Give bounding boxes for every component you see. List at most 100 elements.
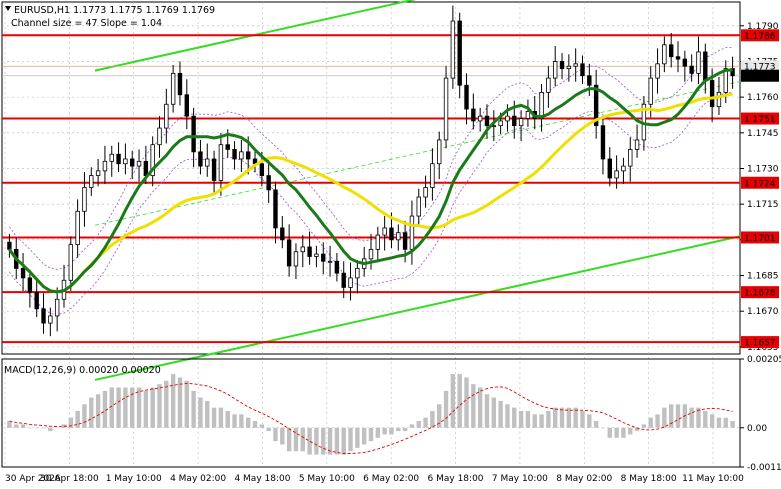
macd-tick-label: -0.00117 (747, 463, 781, 473)
macd-histogram-bar (102, 390, 108, 428)
candle-body (273, 189, 278, 229)
macd-histogram-bar (123, 387, 128, 428)
macd-histogram-bar (157, 384, 162, 428)
time-tick-label: 5 May 10:00 (299, 474, 355, 484)
candle-body (716, 91, 722, 108)
macd-histogram-bar (273, 427, 278, 442)
candle-body (177, 72, 183, 96)
level-price-label: 1.1786 (744, 32, 776, 42)
candle-body (471, 108, 476, 122)
macd-histogram-bar (730, 421, 735, 428)
macd-histogram-bar (375, 427, 381, 438)
candle-body (621, 165, 626, 172)
price-tick-label: 1.1730 (747, 164, 779, 174)
time-tick-label: 1 May 10:00 (106, 474, 162, 484)
candle-body (321, 253, 326, 262)
candle-body (477, 115, 483, 122)
candle-body (184, 94, 189, 117)
candle-body (525, 111, 531, 119)
candle-body (607, 158, 612, 179)
candle-body (709, 80, 715, 108)
price-chart[interactable]: 1.17901.17751.17601.17451.17301.17151.17… (0, 0, 781, 489)
macd-histogram-bar (450, 374, 456, 428)
time-tick-label: 8 May 18:00 (621, 474, 677, 484)
macd-histogram-bar (382, 427, 387, 435)
macd-histogram-bar (457, 374, 462, 428)
candle-body (689, 65, 694, 74)
level-price-label: 1.1751 (744, 115, 776, 125)
candle-body (668, 44, 674, 58)
candle-body (82, 187, 87, 212)
macd-histogram-bar (245, 417, 251, 428)
macd-histogram-bar (75, 410, 80, 428)
candle-body (266, 175, 271, 191)
candle-body (136, 160, 142, 167)
macd-histogram-bar (239, 414, 244, 428)
macd-histogram-bar (689, 407, 694, 428)
macd-histogram-bar (82, 404, 87, 428)
macd-histogram-bar (559, 407, 565, 428)
macd-histogram-bar (14, 424, 19, 428)
level-price-label: 1.1701 (744, 234, 776, 244)
macd-tick-label: 0.00 (747, 424, 767, 434)
candle-body (416, 196, 421, 217)
candle-body (211, 158, 217, 181)
candle-body (89, 175, 94, 188)
macd-histogram-bar (471, 384, 476, 428)
macd-histogram-bar (566, 407, 572, 428)
macd-histogram-bar (621, 427, 626, 438)
macd-histogram-bar (54, 427, 60, 429)
macd-histogram-bar (95, 394, 101, 428)
macd-histogram-bar (136, 387, 142, 428)
candle-body (628, 149, 633, 167)
candle-body (245, 151, 251, 160)
current-price-label: 1.1769 (744, 72, 776, 82)
candle-body (450, 20, 456, 79)
macd-histogram-bar (553, 407, 558, 428)
candle-body (327, 260, 333, 263)
candle-body (696, 51, 701, 74)
candle-body (41, 308, 46, 324)
candle-body (396, 232, 401, 241)
level-price-label: 1.1724 (744, 179, 776, 189)
candle-body (355, 267, 360, 279)
macd-histogram-bar (580, 410, 585, 428)
candle-body (68, 244, 74, 281)
time-axis: 30 Apr 202630 Apr 18:00 1 May 10:00 4 May … (5, 474, 744, 484)
symbol-info: EURUSD,H1 1.1773 1.1775 1.1769 1.1769 (14, 5, 215, 16)
macd-histogram-bar (464, 377, 469, 428)
level-price-label: 1.1657 (744, 339, 776, 349)
macd-histogram-bar (396, 427, 401, 432)
candle-body (307, 246, 312, 257)
candle-body (75, 210, 80, 245)
price-tick-label: 1.1715 (747, 200, 779, 210)
candle-body (573, 63, 578, 67)
candle-body (123, 158, 128, 165)
macd-histogram-bar (266, 427, 271, 432)
candle-body (191, 115, 196, 153)
time-tick-label: 8 May 02:00 (556, 474, 612, 484)
candle-body (109, 153, 114, 162)
candle-body (157, 127, 162, 146)
candle-body (437, 139, 442, 165)
candle-body (232, 149, 237, 160)
time-tick-label: 4 May 18:00 (234, 474, 290, 484)
macd-histogram-bar (416, 421, 421, 428)
macd-histogram-bar (130, 387, 135, 428)
macd-histogram-bar (525, 410, 531, 428)
candle-body (102, 160, 108, 172)
candle-body (546, 77, 551, 93)
macd-histogram-bar (280, 427, 285, 445)
candle-body (334, 260, 340, 274)
candle-body (566, 65, 572, 69)
candle-body (600, 125, 606, 160)
candle-body (675, 56, 681, 60)
candle-body (286, 239, 292, 267)
macd-histogram-bar (675, 404, 681, 428)
macd-label: MACD(12,26,9) 0.00020 0.00020 (4, 365, 161, 376)
candle-body (225, 144, 230, 150)
candle-body (259, 163, 265, 177)
candle-body (539, 91, 544, 119)
candle-body (382, 227, 387, 236)
macd-histogram-bar (641, 424, 647, 428)
